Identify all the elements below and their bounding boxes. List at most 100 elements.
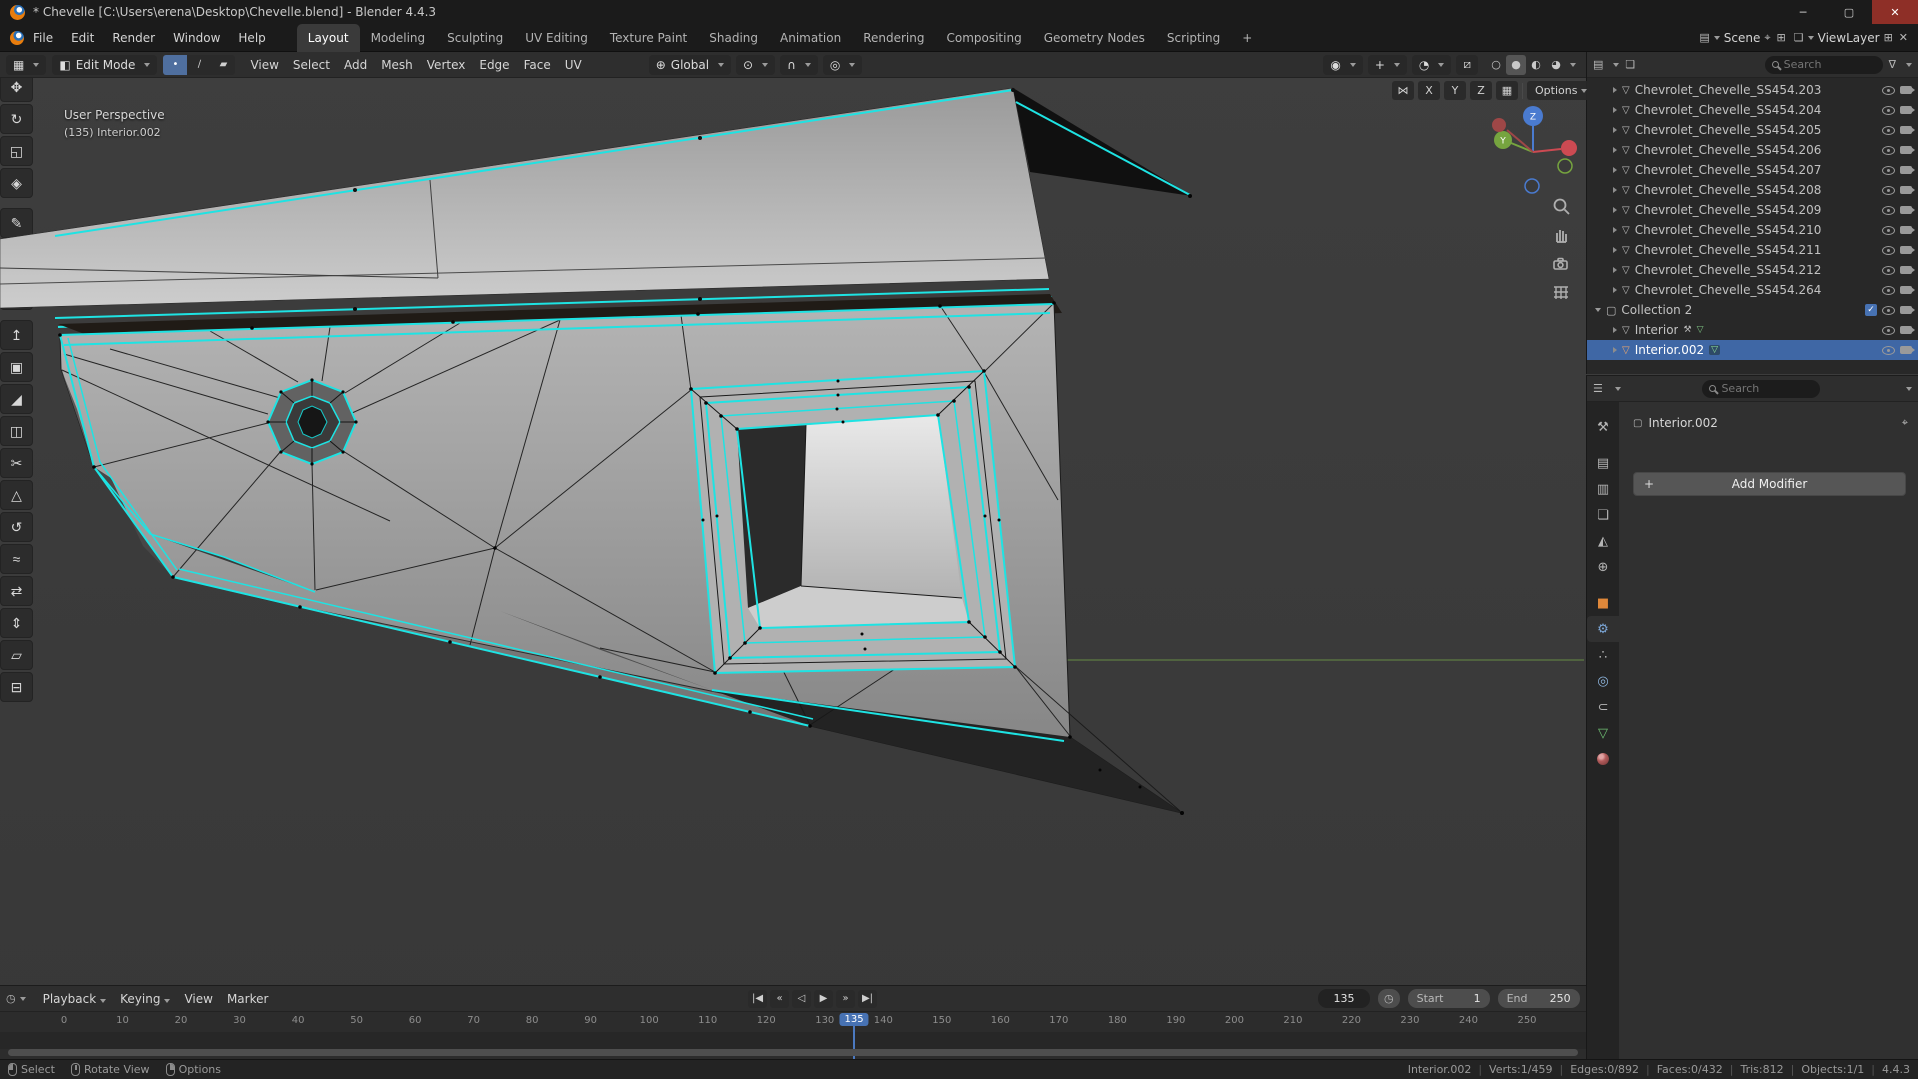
mirror-z-toggle[interactable]: Z bbox=[1470, 81, 1492, 100]
menu-add[interactable]: Add bbox=[337, 58, 374, 72]
maximize-button[interactable]: ▢ bbox=[1826, 0, 1872, 24]
workspace-tab-layout[interactable]: Layout bbox=[296, 23, 360, 52]
hide-viewport-icon[interactable] bbox=[1882, 285, 1895, 295]
disable-render-icon[interactable] bbox=[1900, 226, 1915, 234]
pan-hand-icon[interactable] bbox=[1551, 225, 1571, 245]
playhead-frame-badge[interactable]: 135 bbox=[839, 1013, 869, 1026]
menu-view[interactable]: View bbox=[243, 58, 285, 72]
play-reverse-button[interactable]: ◁ bbox=[792, 989, 811, 1008]
properties-tab-tool[interactable]: ⚒ bbox=[1587, 414, 1619, 440]
camera-view-icon[interactable] bbox=[1551, 254, 1571, 274]
workspace-tab-geometry-nodes[interactable]: Geometry Nodes bbox=[1033, 24, 1156, 52]
jump-to-start-button[interactable]: |◀ bbox=[748, 989, 767, 1008]
expand-icon[interactable] bbox=[1613, 187, 1617, 193]
pin-id-icon[interactable]: ⌖ bbox=[1902, 416, 1908, 430]
new-view-layer-icon[interactable]: ⊞ bbox=[1884, 31, 1893, 44]
disable-render-icon[interactable] bbox=[1900, 206, 1915, 214]
previous-keyframe-button[interactable]: « bbox=[770, 989, 789, 1008]
view-layer-selector[interactable]: ViewLayer bbox=[1814, 24, 1884, 52]
shading-rendered-button[interactable]: ◕ bbox=[1546, 55, 1566, 75]
menu-vertex[interactable]: Vertex bbox=[420, 58, 473, 72]
mode-dropdown[interactable]: ◧ Edit Mode bbox=[52, 54, 158, 75]
navigation-gizmo[interactable]: Z Y bbox=[1477, 96, 1589, 208]
frame-end-field[interactable]: End 250 bbox=[1497, 989, 1580, 1008]
menu-marker[interactable]: Marker bbox=[220, 992, 275, 1006]
vertex-select-mode-button[interactable]: • bbox=[163, 54, 188, 75]
properties-tab-physics[interactable]: ◎ bbox=[1587, 668, 1619, 694]
snapping-toggle[interactable]: ∩ bbox=[780, 54, 818, 75]
shading-dropdown-icon[interactable] bbox=[1570, 62, 1576, 67]
properties-search-input[interactable] bbox=[1721, 382, 1814, 395]
outliner-display-mode-icon[interactable]: ❏ bbox=[1625, 58, 1635, 71]
timeline-track[interactable] bbox=[0, 1032, 1586, 1049]
timeline-scrollbar[interactable] bbox=[8, 1049, 1578, 1056]
properties-tab-scene[interactable]: ◭ bbox=[1587, 528, 1619, 554]
properties-tab-material[interactable] bbox=[1587, 746, 1619, 772]
menu-uv[interactable]: UV bbox=[558, 58, 589, 72]
outliner-row[interactable]: ▽ Interior ⚒ ▽ bbox=[1587, 320, 1918, 340]
object-visibility-dropdown[interactable]: ◉ bbox=[1323, 54, 1363, 75]
pivot-point-dropdown[interactable]: ⊙ bbox=[736, 54, 776, 75]
hide-viewport-icon[interactable] bbox=[1882, 345, 1895, 355]
disable-render-icon[interactable] bbox=[1900, 146, 1915, 154]
expand-icon[interactable] bbox=[1613, 347, 1617, 353]
outliner-row[interactable]: ▽ Chevrolet_Chevelle_SS454.211 bbox=[1587, 240, 1918, 260]
add-workspace-button[interactable]: + bbox=[1231, 24, 1263, 52]
workspace-tab-shading[interactable]: Shading bbox=[698, 24, 769, 52]
properties-tab-world[interactable]: ⊕ bbox=[1587, 554, 1619, 580]
jump-to-end-button[interactable]: ▶| bbox=[858, 989, 877, 1008]
expand-icon[interactable] bbox=[1613, 267, 1617, 273]
disable-render-icon[interactable] bbox=[1900, 126, 1915, 134]
xray-toggle[interactable]: ⧄ bbox=[1456, 54, 1478, 75]
mirror-x-toggle[interactable]: X bbox=[1418, 81, 1440, 100]
disable-render-icon[interactable] bbox=[1900, 286, 1915, 294]
play-button[interactable]: ▶ bbox=[814, 989, 833, 1008]
outliner-row[interactable]: ▽ Chevrolet_Chevelle_SS454.205 bbox=[1587, 120, 1918, 140]
object-name[interactable]: Chevrolet_Chevelle_SS454.212 bbox=[1635, 263, 1877, 277]
edge-select-mode-button[interactable]: ∕ bbox=[187, 54, 212, 75]
menu-edit[interactable]: Edit bbox=[62, 24, 103, 52]
properties-tab-object[interactable]: ■ bbox=[1587, 590, 1619, 616]
disable-render-icon[interactable] bbox=[1900, 246, 1915, 254]
show-gizmo-dropdown[interactable]: + bbox=[1367, 54, 1407, 75]
properties-search[interactable] bbox=[1702, 379, 1821, 398]
shading-solid-button[interactable]: ● bbox=[1506, 54, 1526, 75]
filter-icon[interactable]: ∇ bbox=[1889, 58, 1896, 71]
expand-icon[interactable] bbox=[1613, 327, 1617, 333]
object-name[interactable]: Chevrolet_Chevelle_SS454.207 bbox=[1635, 163, 1877, 177]
workspace-tab-modeling[interactable]: Modeling bbox=[360, 24, 437, 52]
menu-playback[interactable]: Playback bbox=[36, 992, 114, 1006]
close-button[interactable]: ✕ bbox=[1872, 0, 1918, 24]
hide-viewport-icon[interactable] bbox=[1882, 85, 1895, 95]
object-name[interactable]: Chevrolet_Chevelle_SS454.204 bbox=[1635, 103, 1877, 117]
menu-select[interactable]: Select bbox=[286, 58, 337, 72]
preview-range-toggle[interactable]: ◷ bbox=[1378, 989, 1400, 1008]
object-name[interactable]: Chevrolet_Chevelle_SS454.208 bbox=[1635, 183, 1877, 197]
object-name[interactable]: Chevrolet_Chevelle_SS454.264 bbox=[1635, 283, 1877, 297]
properties-tab-render[interactable]: ▤ bbox=[1587, 450, 1619, 476]
frame-start-field[interactable]: Start 1 bbox=[1407, 989, 1490, 1008]
workspace-tab-sculpting[interactable]: Sculpting bbox=[436, 24, 514, 52]
object-name[interactable]: Chevrolet_Chevelle_SS454.203 bbox=[1635, 83, 1877, 97]
menu-window[interactable]: Window bbox=[164, 24, 229, 52]
object-name[interactable]: Chevrolet_Chevelle_SS454.210 bbox=[1635, 223, 1877, 237]
hide-viewport-icon[interactable] bbox=[1882, 185, 1895, 195]
collection-name[interactable]: Collection 2 bbox=[1621, 303, 1860, 317]
next-keyframe-button[interactable]: » bbox=[836, 989, 855, 1008]
menu-timeline-view[interactable]: View bbox=[177, 992, 219, 1006]
hide-viewport-icon[interactable] bbox=[1882, 105, 1895, 115]
menu-face[interactable]: Face bbox=[517, 58, 558, 72]
disable-render-icon[interactable] bbox=[1900, 346, 1915, 354]
properties-tab-output[interactable]: ▥ bbox=[1587, 476, 1619, 502]
proportional-editing-toggle[interactable]: ◎ bbox=[822, 54, 863, 75]
outliner-row-active[interactable]: ▽ Interior.002 ▽ bbox=[1587, 340, 1918, 360]
hide-viewport-icon[interactable] bbox=[1882, 125, 1895, 135]
mirror-y-toggle[interactable]: Y bbox=[1444, 81, 1466, 100]
grid-perspective-icon[interactable] bbox=[1551, 283, 1571, 303]
gizmo-x-axis[interactable] bbox=[1561, 140, 1577, 156]
face-select-mode-button[interactable]: ▰ bbox=[211, 54, 236, 75]
outliner-search-input[interactable] bbox=[1783, 58, 1876, 71]
zoom-icon[interactable] bbox=[1551, 196, 1571, 216]
properties-tab-particles[interactable]: ∴ bbox=[1587, 642, 1619, 668]
timeline-editor-icon[interactable]: ◷ bbox=[6, 992, 16, 1005]
